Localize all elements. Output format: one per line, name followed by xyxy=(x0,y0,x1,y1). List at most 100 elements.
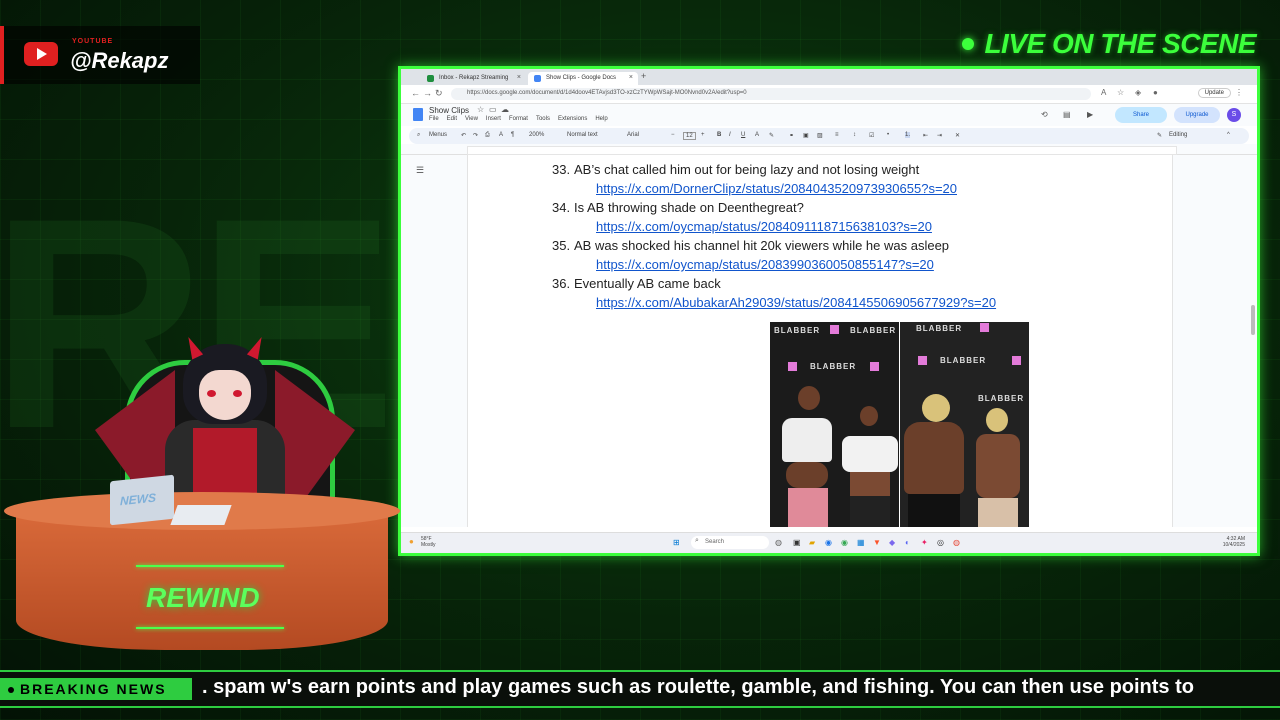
widgets-icon[interactable]: ◍ xyxy=(775,538,782,547)
bookmark-star-icon[interactable]: ☆ xyxy=(1117,88,1124,97)
highlight-icon[interactable]: ✎ xyxy=(769,132,774,139)
translate-icon[interactable]: A xyxy=(1101,88,1106,97)
collapse-toolbar-icon[interactable]: ^ xyxy=(1227,132,1230,138)
insert-image-icon[interactable]: ▨ xyxy=(817,132,823,139)
app-icon[interactable]: ◆ xyxy=(889,538,895,547)
outline-icon[interactable]: ☰ xyxy=(416,165,424,176)
history-icon[interactable]: ⟲ xyxy=(1041,110,1048,119)
forward-icon[interactable]: → xyxy=(423,88,432,98)
menu-extensions[interactable]: Extensions xyxy=(558,116,587,122)
menu-format[interactable]: Format xyxy=(509,116,528,122)
tab-label: Show Clips - Google Docs xyxy=(546,75,617,81)
clock-date: 10/4/2025 xyxy=(1222,542,1245,548)
update-button[interactable]: Update xyxy=(1197,88,1231,98)
checklist-icon[interactable]: ☑ xyxy=(869,132,874,139)
breaking-news-badge: BREAKING NEWS xyxy=(0,678,192,700)
undo-icon[interactable]: ↶ xyxy=(461,132,466,139)
brave-icon[interactable]: ▼ xyxy=(873,538,881,547)
search-menus-icon[interactable]: ⌕ xyxy=(417,132,420,139)
star-icon[interactable]: ☆ xyxy=(477,105,484,114)
url-input[interactable]: https://docs.google.com/document/d/1d4do… xyxy=(451,88,1091,100)
spellcheck-icon[interactable]: A xyxy=(499,132,503,138)
redo-icon[interactable]: ↷ xyxy=(473,132,478,139)
extensions-icon[interactable]: ◈ xyxy=(1135,88,1141,97)
numbered-list-icon[interactable]: 1. xyxy=(905,132,911,138)
task-view-icon[interactable]: ▣ xyxy=(793,538,801,547)
close-icon[interactable]: × xyxy=(517,74,521,81)
menu-edit[interactable]: Edit xyxy=(447,116,457,122)
close-icon[interactable]: × xyxy=(629,74,633,81)
app-icon[interactable]: ✦ xyxy=(921,538,928,547)
share-button[interactable]: Share xyxy=(1115,107,1167,123)
indent-increase-icon[interactable]: ⇥ xyxy=(937,132,942,139)
clear-format-icon[interactable]: ✕ xyxy=(955,132,960,139)
meet-icon[interactable]: ▶ xyxy=(1087,110,1093,119)
browser-tabbar: Inbox - Rekapz Streaming × Show Clips - … xyxy=(401,69,1257,85)
file-explorer-icon[interactable]: ▰ xyxy=(809,538,815,547)
insert-link-icon[interactable]: ⚭ xyxy=(789,132,794,139)
embedded-photo-left[interactable]: BLABBER BLABBER BLABBER xyxy=(770,322,899,527)
taskbar-search[interactable]: Search xyxy=(691,536,769,549)
discord-icon[interactable]: ◐ xyxy=(905,538,910,547)
vertical-scrollbar[interactable] xyxy=(1251,305,1255,335)
system-clock[interactable]: 4:32 AM 10/4/2025 xyxy=(1223,536,1245,548)
new-tab-button[interactable]: + xyxy=(641,71,646,81)
obs-icon[interactable]: ◎ xyxy=(937,538,944,547)
insert-comment-icon[interactable]: ▣ xyxy=(803,132,809,139)
weather-widget[interactable]: 58°F Mostly xyxy=(421,536,435,548)
windows-start-icon[interactable]: ⊞ xyxy=(673,538,680,547)
store-icon[interactable]: ▦ xyxy=(857,538,865,547)
menu-tools[interactable]: Tools xyxy=(536,116,550,122)
chrome-menu-icon[interactable]: ⋮ xyxy=(1235,88,1243,97)
chrome-icon[interactable]: ◉ xyxy=(841,538,848,547)
news-laptop: NEWS xyxy=(110,474,174,526)
person-head xyxy=(798,386,820,410)
browser-tab-docs[interactable]: Show Clips - Google Docs × xyxy=(528,72,638,85)
clip-link[interactable]: https://x.com/oycmap/status/208399036005… xyxy=(596,257,934,272)
menu-help[interactable]: Help xyxy=(595,116,607,122)
user-avatar[interactable]: S xyxy=(1227,108,1241,122)
browser-tab-inbox[interactable]: Inbox - Rekapz Streaming × xyxy=(421,72,526,85)
line-spacing-icon[interactable]: ↕ xyxy=(853,132,856,138)
font-select[interactable]: Arial xyxy=(627,132,639,138)
underline-icon[interactable]: U xyxy=(741,132,745,138)
windows-taskbar: ● 58°F Mostly ⊞ Search ⌕ ◍ ▣ ▰ ◉ ◉ ▦ ▼ ◆… xyxy=(401,532,1257,553)
ticker-text: . spam w's earn points and play games su… xyxy=(202,676,1194,698)
text-color-icon[interactable]: A xyxy=(755,132,759,138)
menu-file[interactable]: File xyxy=(429,116,439,122)
doc-title[interactable]: Show Clips xyxy=(429,106,469,115)
edge-icon[interactable]: ◉ xyxy=(825,538,832,547)
brand-logo-icon xyxy=(788,362,797,371)
embedded-photo-right[interactable]: BLABBER BLABBER BLABBER xyxy=(900,322,1029,527)
profile-icon[interactable]: ● xyxy=(1153,88,1158,97)
move-folder-icon[interactable]: ▭ xyxy=(489,105,497,114)
document-page[interactable]: 33. AB’s chat called him out for being la… xyxy=(467,155,1173,527)
comments-icon[interactable]: ▤ xyxy=(1063,110,1071,119)
align-icon[interactable]: ≡ xyxy=(835,132,839,138)
print-icon[interactable]: ⎙ xyxy=(485,132,490,139)
app-icon[interactable]: ◍ xyxy=(953,538,960,547)
font-size-increase-icon[interactable]: + xyxy=(701,132,705,138)
paint-format-icon[interactable]: ¶ xyxy=(511,132,514,138)
menu-insert[interactable]: Insert xyxy=(486,116,501,122)
back-icon[interactable]: ← xyxy=(411,88,420,98)
upgrade-button[interactable]: Upgrade xyxy=(1174,107,1220,123)
indent-decrease-icon[interactable]: ⇤ xyxy=(923,132,928,139)
channel-handle: @Rekapz xyxy=(70,48,169,73)
search-icon: ⌕ xyxy=(695,537,699,544)
font-size-input[interactable]: 12 xyxy=(683,132,696,140)
clip-link[interactable]: https://x.com/AbubakarAh29039/status/208… xyxy=(596,295,996,310)
menu-view[interactable]: View xyxy=(465,116,478,122)
zoom-select[interactable]: 200% xyxy=(529,132,544,138)
reload-icon[interactable]: ↻ xyxy=(435,88,443,99)
clip-link[interactable]: https://x.com/oycmap/status/208409111871… xyxy=(596,219,932,234)
style-select[interactable]: Normal text xyxy=(567,132,598,138)
bulleted-list-icon[interactable]: • xyxy=(887,132,889,138)
bold-icon[interactable]: B xyxy=(717,132,721,138)
font-size-decrease-icon[interactable]: − xyxy=(671,132,675,138)
search-menus-label[interactable]: Menus xyxy=(429,132,447,138)
clip-link[interactable]: https://x.com/DornerClipz/status/2084043… xyxy=(596,181,957,196)
italic-icon[interactable]: I xyxy=(729,132,731,138)
editing-mode-select[interactable]: Editing xyxy=(1169,132,1187,138)
docs-logo-icon[interactable] xyxy=(413,108,423,121)
